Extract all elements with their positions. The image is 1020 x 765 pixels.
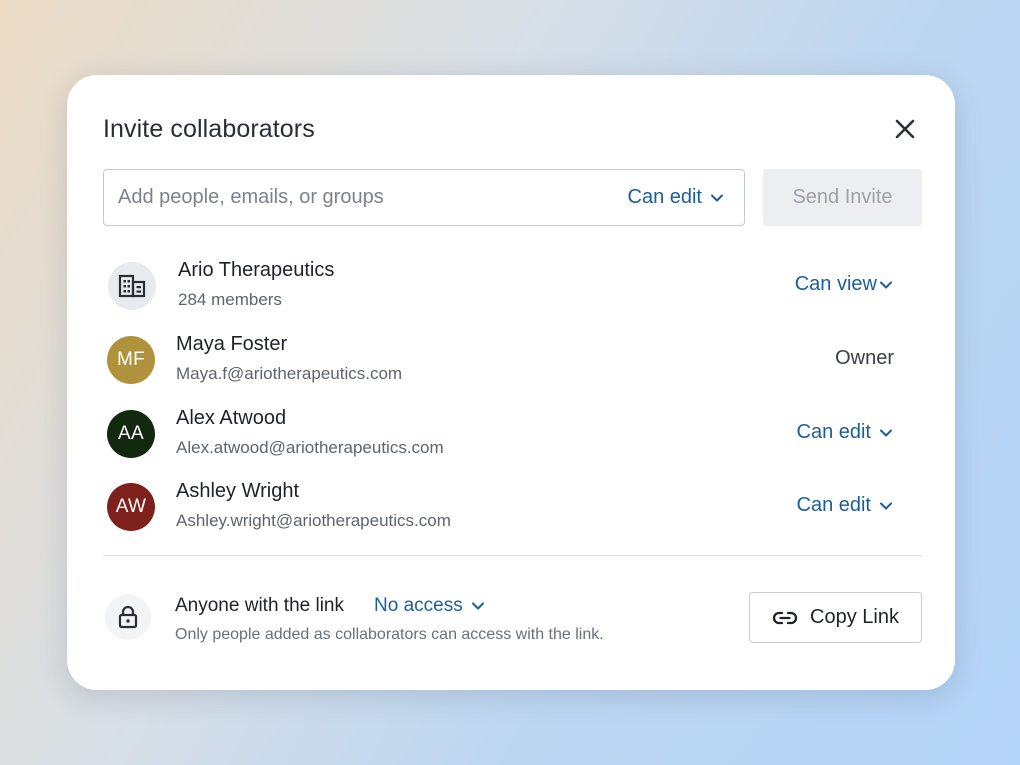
link-access-dropdown[interactable]: No access (374, 595, 485, 617)
invite-permission-label: Can edit (627, 186, 703, 208)
copy-link-button[interactable]: Copy Link (749, 592, 922, 643)
member-name: Maya Foster (176, 333, 288, 355)
avatar: AW (107, 483, 155, 531)
member-permission-label: Can edit (796, 421, 872, 443)
member-permission-label: Can view (794, 273, 877, 295)
avatar-initials: AA (118, 423, 144, 444)
link-sharing-section: Anyone with the link No access Only peop… (105, 592, 922, 652)
member-permission-dropdown[interactable]: Can view (795, 273, 893, 296)
dialog-title: Invite collaborators (103, 115, 315, 143)
invite-row: Can edit Send Invite (103, 169, 922, 226)
close-button[interactable] (891, 115, 919, 143)
send-invite-button[interactable]: Send Invite (763, 169, 922, 226)
copy-link-label: Copy Link (810, 606, 899, 628)
member-permission-dropdown[interactable]: Can edit (797, 421, 894, 444)
member-name: Ario Therapeutics (178, 259, 335, 281)
member-name: Ashley Wright (176, 480, 300, 502)
member-subtitle: Ashley.wright@ariotherapeutics.com (176, 511, 451, 530)
invite-dialog: Invite collaborators Can edit Send Invit… (67, 75, 955, 690)
member-row-ario-therapeutics: Ario Therapeutics 284 members Can view (107, 259, 897, 315)
link-access-label: No access (374, 595, 463, 616)
avatar (108, 262, 156, 310)
member-permission-dropdown[interactable]: Can edit (797, 494, 894, 517)
avatar: MF (107, 336, 155, 384)
invite-input[interactable] (118, 170, 598, 225)
member-subtitle: 284 members (178, 290, 282, 309)
lock-badge (105, 594, 151, 640)
lock-icon (118, 605, 138, 629)
avatar-initials: MF (116, 349, 146, 370)
link-sharing-title: Anyone with the link (175, 595, 344, 616)
member-row-maya-foster: MF Maya Foster Maya.f@ariotherapeutics.c… (107, 333, 897, 389)
chevron-down-icon (471, 602, 484, 610)
close-icon (895, 119, 915, 139)
member-subtitle: Alex.atwood@ariotherapeutics.com (176, 438, 444, 457)
chevron-down-icon (880, 429, 892, 436)
member-permission-label: Can edit (796, 494, 872, 516)
chevron-down-icon (880, 502, 892, 509)
member-role-label: Owner (835, 347, 894, 370)
link-sharing-description: Only people added as collaborators can a… (175, 626, 604, 643)
member-row-ashley-wright: AW Ashley Wright Ashley.wright@ariothera… (107, 480, 897, 536)
chevron-down-icon (880, 281, 892, 288)
link-icon (772, 611, 798, 624)
building-icon (118, 274, 146, 298)
member-subtitle: Maya.f@ariotherapeutics.com (176, 364, 403, 383)
invite-input-box: Can edit (103, 169, 745, 226)
chevron-down-icon (711, 194, 723, 201)
section-divider (103, 555, 922, 556)
member-role-text: Owner (835, 347, 894, 369)
avatar-initials: AW (115, 496, 147, 517)
avatar: AA (107, 410, 155, 458)
member-name: Alex Atwood (176, 407, 287, 429)
send-invite-label: Send Invite (792, 186, 893, 208)
invite-permission-dropdown[interactable]: Can edit (628, 170, 725, 225)
member-row-alex-atwood: AA Alex Atwood Alex.atwood@ariotherapeut… (107, 407, 897, 463)
